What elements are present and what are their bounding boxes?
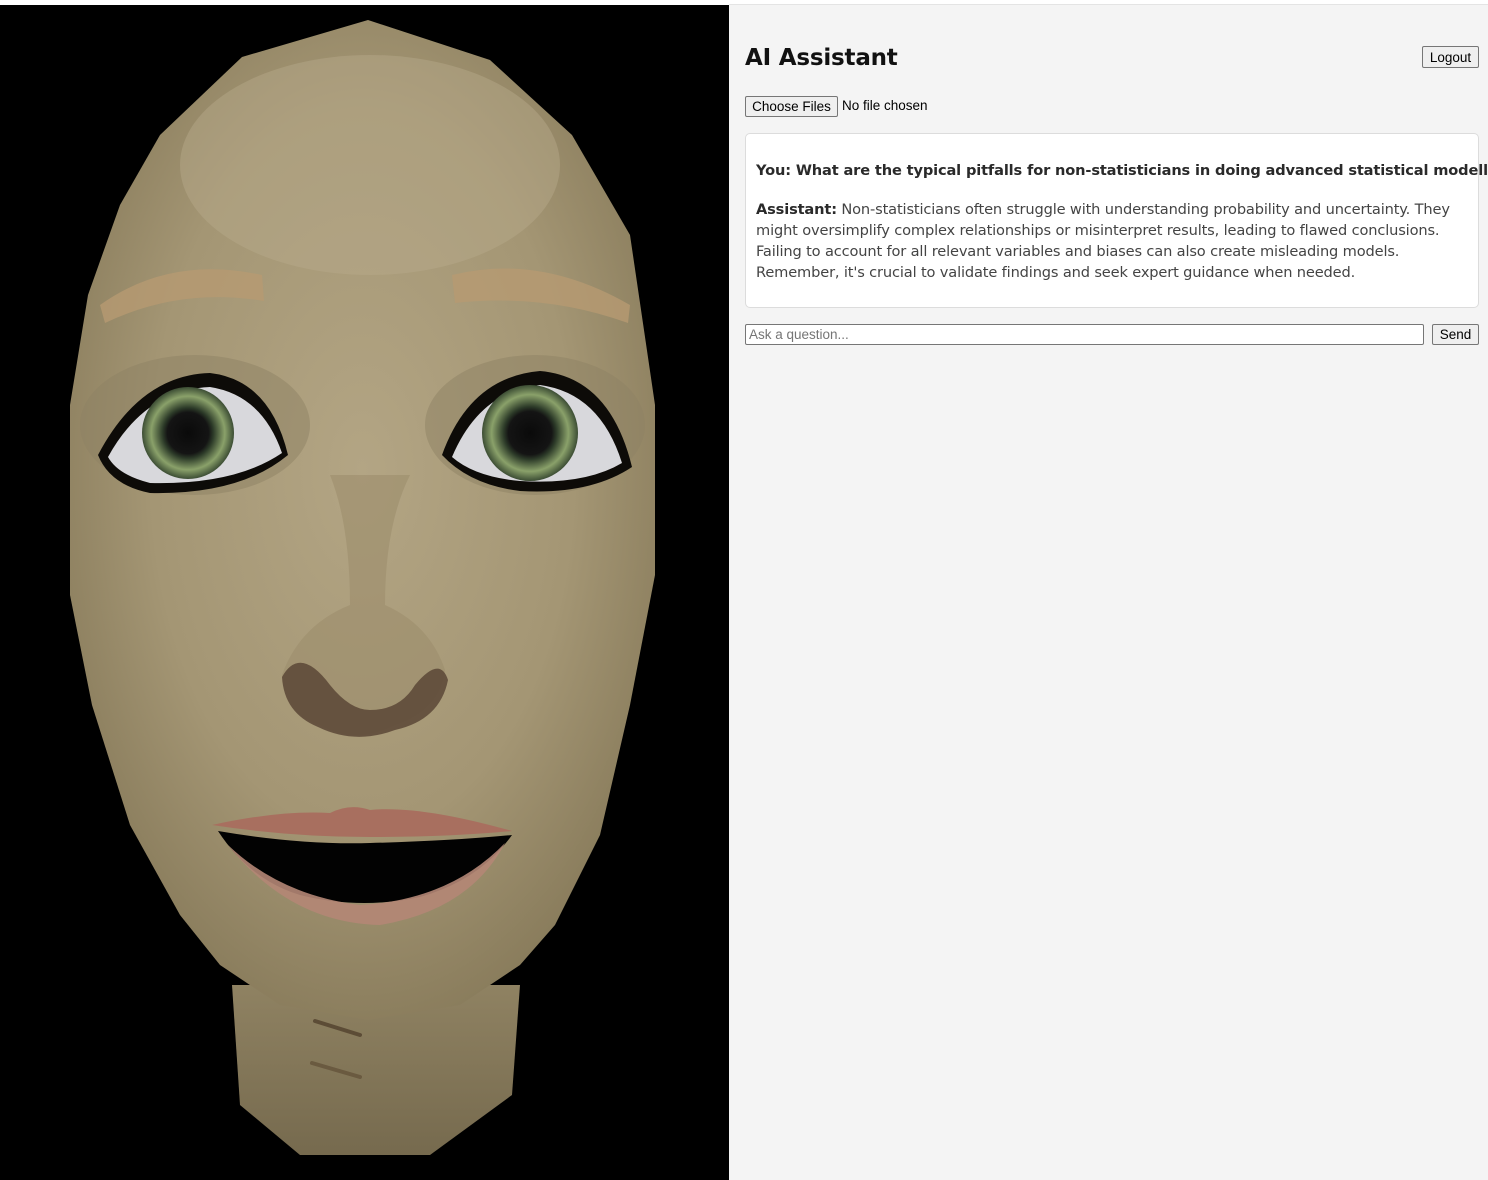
app-window: AI Assistant Logout Choose Files No file… [0, 0, 1488, 1180]
question-input[interactable] [745, 324, 1424, 345]
conversation-box: You: What are the typical pitfalls for n… [745, 133, 1488, 308]
file-status-text: No file chosen [842, 98, 928, 113]
avatar-viewport [0, 5, 729, 1180]
send-button[interactable]: Send [1432, 324, 1479, 345]
assistant-message: Assistant: Non-statisticians often strug… [756, 199, 1468, 283]
page-title: AI Assistant [745, 45, 898, 71]
choose-files-button[interactable]: Choose Files [745, 96, 838, 117]
assistant-message-text: Non-statisticians often struggle with un… [756, 201, 1450, 281]
user-message-text: What are the typical pitfalls for non-st… [795, 162, 1488, 179]
chat-panel: AI Assistant Logout Choose Files No file… [729, 4, 1488, 1180]
avatar-face-render [70, 20, 655, 1155]
logout-button[interactable]: Logout [1422, 46, 1479, 68]
user-message: You: What are the typical pitfalls for n… [756, 162, 1488, 179]
assistant-speaker-label: Assistant: [756, 201, 837, 218]
user-speaker-label: You: [756, 162, 791, 179]
